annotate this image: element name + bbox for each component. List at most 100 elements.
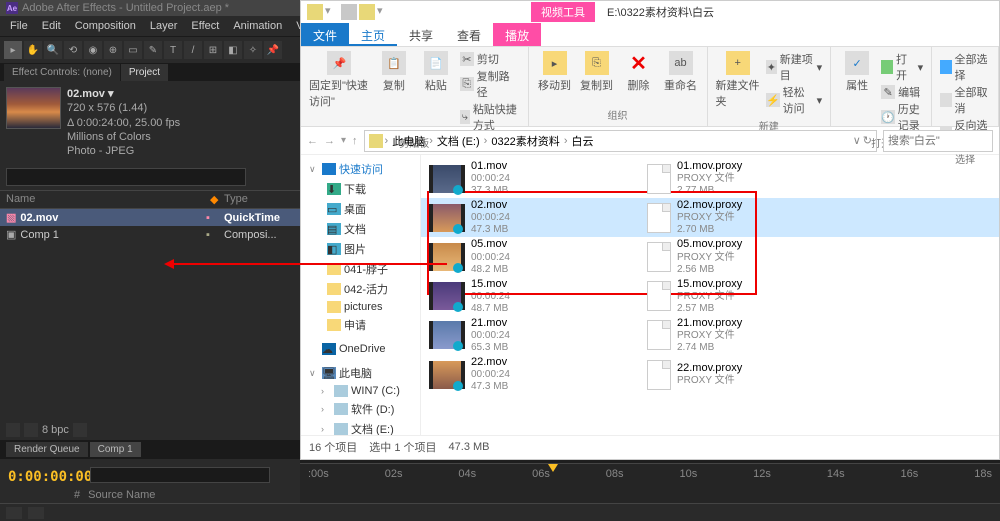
nav-forward-icon[interactable]: →	[324, 135, 335, 147]
col-label-icon[interactable]: ◆	[210, 193, 224, 206]
file-row[interactable]: 05.mov 00:00:24 48.2 MB 05.mov.proxy PRO…	[421, 237, 999, 276]
file-row[interactable]: 02.mov 00:00:24 47.3 MB 02.mov.proxy PRO…	[421, 198, 999, 237]
file-list[interactable]: 01.mov 00:00:24 37.3 MB 01.mov.proxy PRO…	[421, 155, 999, 435]
address-bar[interactable]: › 此电脑› 文档 (E:)› 0322素材资料› 白云 ∨ ↻	[364, 130, 877, 152]
col-type[interactable]: Type	[224, 193, 294, 206]
stamp-tool[interactable]: ⊞	[204, 41, 222, 59]
file-size: 47.3 MB	[471, 224, 510, 236]
tree-pictures[interactable]: 图片	[344, 241, 366, 257]
tree-folder-shenqing[interactable]: 申请	[344, 317, 366, 333]
timeline-search-input[interactable]	[90, 467, 270, 483]
delete-button[interactable]: ✕删除	[621, 51, 657, 93]
ribbon-tab-file[interactable]: 文件	[301, 23, 349, 46]
tab-render-queue[interactable]: Render Queue	[6, 442, 88, 457]
new-folder-button[interactable]: +新建文件夹	[716, 51, 760, 116]
tree-desktop[interactable]: 桌面	[344, 201, 366, 217]
search-input[interactable]	[883, 130, 993, 152]
move-to-button[interactable]: ▸移动到	[537, 51, 573, 93]
ribbon-tab-view[interactable]: 查看	[445, 23, 493, 46]
eraser-tool[interactable]: ◧	[224, 41, 242, 59]
tab-effect-controls[interactable]: Effect Controls: (none)	[4, 64, 120, 81]
history-button[interactable]: 🕐历史记录	[881, 101, 923, 133]
selection-tool[interactable]: ▸	[4, 41, 22, 59]
qat-dropdown-icon[interactable]: ▾	[325, 4, 339, 20]
tree-quick-access[interactable]: 快速访问	[339, 161, 383, 177]
rotate-tool[interactable]: ⟲	[64, 41, 82, 59]
pen-tool[interactable]: ✎	[144, 41, 162, 59]
brush-tool[interactable]: /	[184, 41, 202, 59]
menu-layer[interactable]: Layer	[144, 18, 184, 34]
file-row[interactable]: 01.mov 00:00:24 37.3 MB 01.mov.proxy PRO…	[421, 159, 999, 198]
ribbon-tab-share[interactable]: 共享	[397, 23, 445, 46]
tree-onedrive[interactable]: OneDrive	[339, 343, 385, 355]
toggle-modes-icon[interactable]	[28, 507, 44, 519]
interpret-icon[interactable]	[6, 423, 20, 437]
menu-composition[interactable]: Composition	[69, 18, 142, 34]
nav-back-icon[interactable]: ←	[307, 135, 318, 147]
playhead-icon[interactable]	[548, 464, 558, 472]
menu-effect[interactable]: Effect	[185, 18, 225, 34]
edit-button[interactable]: ✎编辑	[881, 84, 923, 100]
project-search-input[interactable]	[6, 168, 246, 186]
menu-edit[interactable]: Edit	[36, 18, 67, 34]
select-none-button[interactable]: 全部取消	[940, 84, 990, 116]
roto-tool[interactable]: ✧	[244, 41, 262, 59]
file-row[interactable]: 15.mov 00:00:24 48.7 MB 15.mov.proxy PRO…	[421, 277, 999, 316]
select-all-button[interactable]: 全部选择	[940, 51, 990, 83]
text-tool[interactable]: T	[164, 41, 182, 59]
cut-button[interactable]: ✂剪切	[460, 51, 520, 67]
file-row[interactable]: 22.mov 00:00:24 47.3 MB 22.mov.proxy PRO…	[421, 355, 999, 394]
timecode-display[interactable]: 0:00:00:00	[8, 469, 92, 485]
tab-project[interactable]: Project	[121, 64, 168, 81]
paste-button[interactable]: 📄粘贴	[418, 51, 454, 133]
copy-button[interactable]: 📋复制	[376, 51, 412, 133]
qat-props-icon[interactable]	[341, 4, 357, 20]
qat-more-icon[interactable]: ▾	[377, 4, 387, 20]
project-item-comp1[interactable]: ▣ Comp 1 ▪ Composi...	[0, 226, 300, 243]
tree-this-pc[interactable]: 此电脑	[339, 365, 372, 381]
ribbon-tab-home[interactable]: 主页	[349, 23, 397, 46]
properties-button[interactable]: ✓属性	[839, 51, 875, 133]
qat-folder-icon[interactable]	[359, 4, 375, 20]
bpc-label[interactable]: 8 bpc	[42, 424, 69, 436]
zoom-tool[interactable]: 🔍	[44, 41, 62, 59]
trash-icon[interactable]	[73, 423, 87, 437]
pin-quick-access-button[interactable]: 📌固定到"快速访问"	[309, 51, 370, 133]
rename-button[interactable]: ab重命名	[663, 51, 699, 93]
timeline-ruler[interactable]: Mode T TrkMat Parent :00s02s04s06s08s10s…	[300, 463, 1000, 503]
tree-drive-c[interactable]: WIN7 (C:)	[351, 385, 400, 397]
addr-dropdown-icon[interactable]: ∨	[853, 134, 861, 147]
paste-shortcut-button[interactable]: ⤷粘贴快捷方式	[460, 101, 520, 133]
copy-to-button[interactable]: ⎘复制到	[579, 51, 615, 93]
proxy-name: 22.mov.proxy	[677, 362, 742, 375]
copy-path-button[interactable]: ⎘复制路径	[460, 68, 520, 100]
tree-folder-042[interactable]: 042-活力	[344, 281, 388, 297]
tab-comp1-timeline[interactable]: Comp 1	[90, 442, 141, 457]
hand-tool[interactable]: ✋	[24, 41, 42, 59]
tree-downloads[interactable]: 下载	[344, 181, 366, 197]
easy-access-button[interactable]: ⚡轻松访问▾	[766, 84, 822, 116]
file-row[interactable]: 21.mov 00:00:24 65.3 MB 21.mov.proxy PRO…	[421, 316, 999, 355]
tree-folder-pictures[interactable]: pictures	[344, 301, 383, 313]
nav-tree[interactable]: ∨★快速访问 ⬇下载 ▭桌面 ▤文档 ◧图片 041-脖子 042-活力 pic…	[301, 155, 421, 435]
nav-recent-icon[interactable]: ▾	[341, 135, 346, 147]
camera-tool[interactable]: ◉	[84, 41, 102, 59]
refresh-icon[interactable]: ↻	[863, 134, 872, 147]
toggle-switches-icon[interactable]	[6, 507, 22, 519]
menu-animation[interactable]: Animation	[227, 18, 288, 34]
open-button[interactable]: 打开▾	[881, 51, 923, 83]
folder-icon[interactable]	[24, 423, 38, 437]
ribbon-tab-play[interactable]: 播放	[493, 23, 541, 46]
col-name[interactable]: Name	[6, 193, 210, 206]
nav-up-icon[interactable]: ↑	[352, 135, 358, 147]
puppet-tool[interactable]: 📌	[264, 41, 282, 59]
new-item-button[interactable]: ✦新建项目▾	[766, 51, 822, 83]
menu-file[interactable]: File	[4, 18, 34, 34]
tree-drive-d[interactable]: 软件 (D:)	[351, 401, 394, 417]
pan-behind-tool[interactable]: ⊕	[104, 41, 122, 59]
project-item-02mov[interactable]: ▧ 02.mov ▪ QuickTime	[0, 209, 300, 226]
rect-tool[interactable]: ▭	[124, 41, 142, 59]
tree-drive-e[interactable]: 文档 (E:)	[351, 421, 394, 435]
file-name: 02.mov	[471, 199, 510, 212]
tree-documents[interactable]: 文档	[344, 221, 366, 237]
